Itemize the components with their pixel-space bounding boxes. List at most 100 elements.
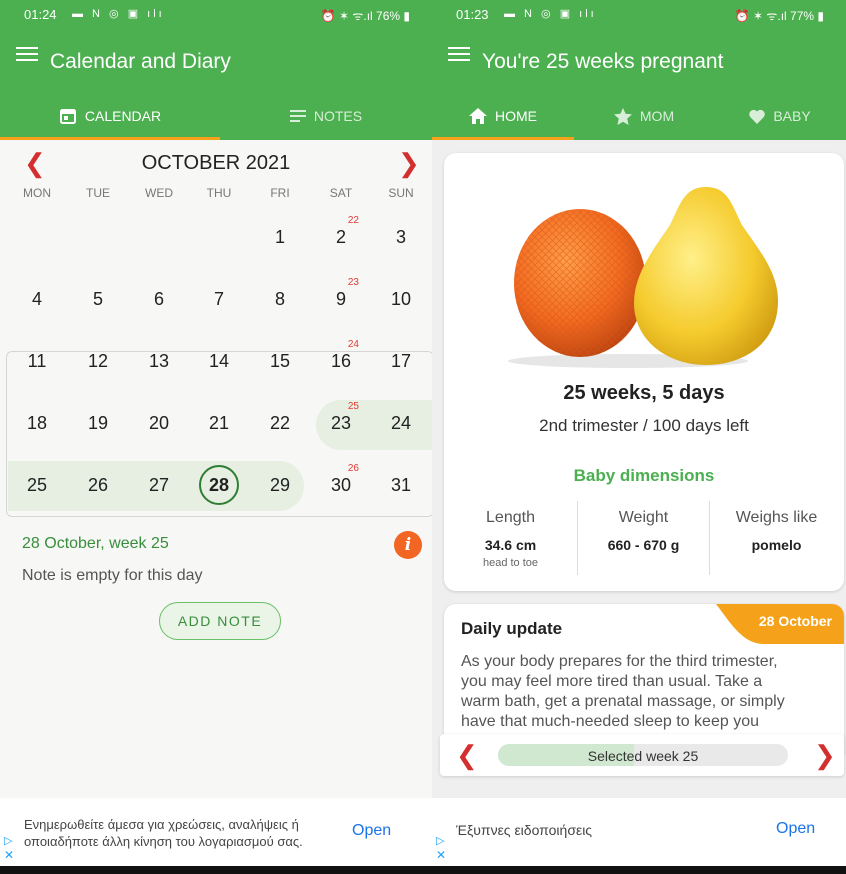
day-number: 8	[274, 289, 285, 309]
week-selector: ❮ Selected week 25 ❯	[440, 734, 844, 776]
calendar-day[interactable]: 13	[129, 334, 189, 388]
daily-update-card[interactable]: 28 October Daily update As your body pre…	[444, 604, 844, 754]
day-number: 14	[208, 351, 230, 371]
selected-week-label: Selected week 25	[587, 748, 699, 764]
calendar-day[interactable]: 16 24	[311, 334, 371, 388]
adchoices-icon[interactable]: ▷	[4, 834, 12, 847]
ad-open-button[interactable]: Open	[352, 822, 391, 840]
day-number: 22	[269, 413, 291, 433]
next-week-button[interactable]: ❯	[814, 740, 836, 770]
tab-notes-label: NOTES	[313, 108, 363, 124]
adchoices-icon[interactable]: ▷	[436, 834, 444, 847]
tab-notes[interactable]: NOTES	[220, 92, 432, 140]
calendar-day[interactable]: 6	[129, 272, 189, 326]
pregnancy-week-number: 22	[347, 215, 359, 226]
calendar-day[interactable]: 11	[7, 334, 67, 388]
day-number: 20	[148, 413, 170, 433]
calendar-day[interactable]: 1	[250, 210, 310, 264]
calendar-day[interactable]: 4	[7, 272, 67, 326]
weekday-label: WED	[145, 186, 173, 200]
calendar-day[interactable]: 18	[7, 396, 67, 450]
pregnancy-home-screen: 01:23 ▬ N ◎ ▣ ılı ⏰ ✶ ᯤ.ıl 77% ▮ You're …	[432, 0, 846, 874]
calendar-day[interactable]: 5	[68, 272, 128, 326]
weekday-label: FRI	[270, 186, 290, 200]
day-number: 12	[87, 351, 109, 371]
weekday-label: SUN	[388, 186, 414, 200]
ad-open-button[interactable]: Open	[776, 820, 815, 838]
day-number: 4	[31, 289, 42, 309]
weeks-days-text: 25 weeks, 5 days	[563, 382, 725, 404]
tab-bar: HOME MOM BABY	[432, 92, 846, 140]
tab-home[interactable]: HOME	[432, 92, 574, 140]
day-number: 9	[335, 289, 346, 309]
menu-icon[interactable]	[448, 44, 470, 64]
tab-baby[interactable]: BABY	[714, 92, 846, 140]
nav-bar	[0, 866, 432, 874]
month-label: OCTOBER 2021	[141, 152, 291, 174]
tab-calendar[interactable]: CALENDAR	[0, 92, 220, 140]
calendar-day[interactable]: 28	[189, 458, 249, 512]
tab-mom-label: MOM	[639, 108, 675, 124]
ad-close-icon[interactable]: ✕	[436, 848, 446, 862]
calendar-day[interactable]: 27	[129, 458, 189, 512]
calendar-day[interactable]: 24	[371, 396, 431, 450]
calendar-day[interactable]: 10	[371, 272, 431, 326]
calendar-day[interactable]: 9 23	[311, 272, 371, 326]
calendar-day[interactable]: 8	[250, 272, 310, 326]
page-title: You're 25 weeks pregnant	[482, 50, 724, 73]
calendar-day[interactable]: 19	[68, 396, 128, 450]
tab-bar: CALENDAR NOTES	[0, 92, 432, 140]
calendar-day[interactable]: 3	[371, 210, 431, 264]
baby-dimensions-title: Baby dimensions	[573, 466, 715, 485]
page-title: Calendar and Diary	[50, 50, 231, 73]
calendar-day[interactable]: 31	[371, 458, 431, 512]
note-date-header: 28 October, week 25	[22, 535, 169, 552]
calendar-day[interactable]: 7	[189, 272, 249, 326]
note-empty-text: Note is empty for this day	[22, 567, 203, 584]
calendar-day[interactable]: 25	[7, 458, 67, 512]
menu-icon[interactable]	[16, 44, 38, 64]
ad-close-icon[interactable]: ✕	[4, 848, 14, 862]
calendar-day[interactable]: 26	[68, 458, 128, 512]
week-progress-track[interactable]: Selected week 25	[498, 744, 788, 766]
day-number: 17	[390, 351, 412, 371]
calendar-day[interactable]: 15	[250, 334, 310, 388]
day-number: 3	[395, 227, 406, 247]
day-number: 30	[330, 475, 352, 495]
calendar-day[interactable]: 17	[371, 334, 431, 388]
weekday-label: THU	[206, 186, 232, 200]
ad-text: Ενημερωθείτε άμεσα για χρεώσεις, αναλήψε…	[24, 817, 303, 849]
weekday-label: MON	[23, 186, 51, 200]
calendar-day[interactable]: 23 25	[311, 396, 371, 450]
tab-home-label: HOME	[495, 108, 537, 124]
calendar-day[interactable]: 22	[250, 396, 310, 450]
dim-value: 660 - 670 g	[607, 537, 680, 553]
day-number: 24	[390, 413, 412, 433]
calendar-day[interactable]: 20	[129, 396, 189, 450]
battery-status: ⏰ ✶ ᯤ.ıl 77% ▮	[734, 9, 824, 23]
ad-banner[interactable]: Ενημερωθείτε άμεσα για χρεώσεις, αναλήψε…	[0, 798, 432, 866]
calendar-day[interactable]: 21	[189, 396, 249, 450]
day-number: 11	[27, 351, 47, 371]
add-note-button[interactable]: ADD NOTE	[159, 602, 281, 640]
month-header: ❮ OCTOBER 2021 ❯	[0, 148, 432, 178]
day-number: 10	[390, 289, 412, 309]
prev-week-button[interactable]: ❮	[456, 740, 478, 770]
dim-value: pomelo	[751, 537, 802, 553]
day-number: 1	[274, 227, 285, 247]
pregnancy-week-number: 23	[347, 277, 359, 288]
calendar-day[interactable]: 29	[250, 458, 310, 512]
ad-banner[interactable]: Έξυπνες ειδοποιήσεις Open ▷ ✕	[432, 798, 846, 866]
tab-mom[interactable]: MOM	[574, 92, 714, 140]
trimester-text: 2nd trimester / 100 days left	[539, 416, 749, 435]
length-column: Length 34.6 cm head to toe	[444, 501, 577, 569]
tab-baby-label: BABY	[773, 108, 811, 124]
battery-status: ⏰ ✶ ᯤ.ıl 76% ▮	[320, 9, 410, 23]
next-month-button[interactable]: ❯	[398, 148, 420, 178]
info-icon[interactable]: i	[394, 531, 422, 559]
calendar-day[interactable]: 30 26	[311, 458, 371, 512]
calendar-day[interactable]: 14	[189, 334, 249, 388]
calendar-day[interactable]: 2 22	[311, 210, 371, 264]
daily-date: 28 October	[758, 613, 832, 629]
calendar-day[interactable]: 12	[68, 334, 128, 388]
